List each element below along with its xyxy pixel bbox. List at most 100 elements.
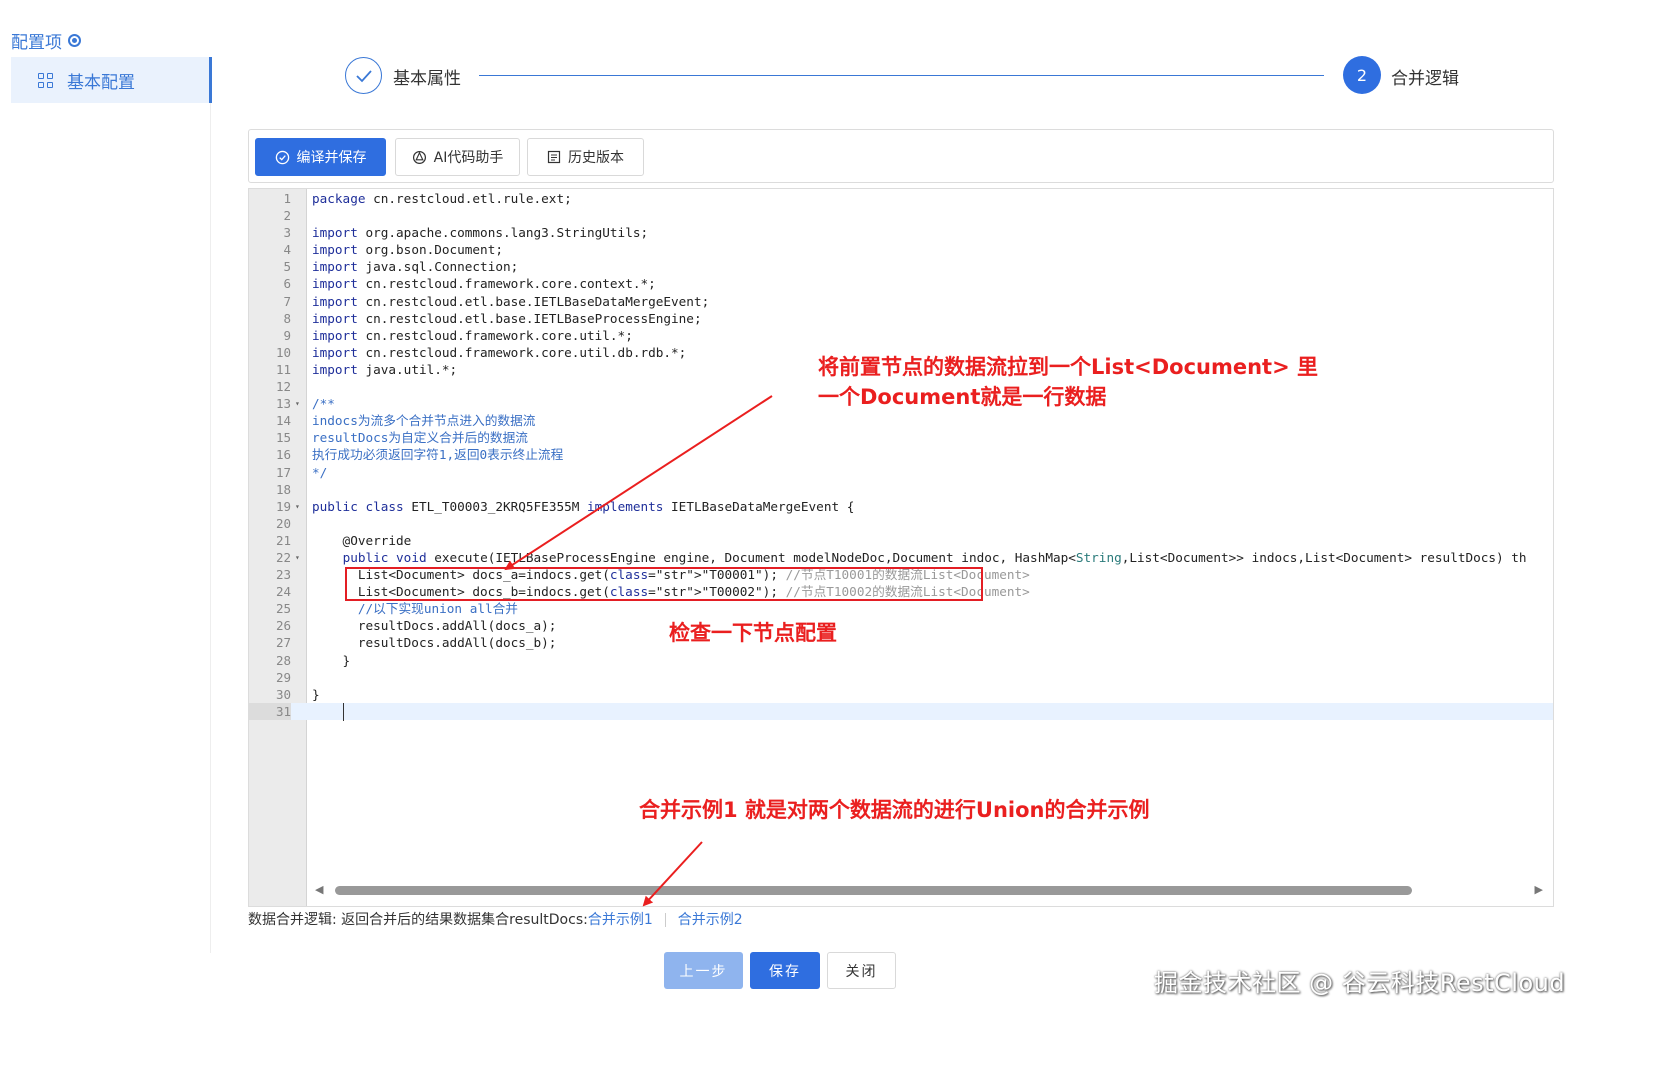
step-basic-attributes: 基本属性 <box>393 69 461 89</box>
line-number: 26 <box>275 618 291 634</box>
code-text: import cn.restcloud.etl.base.IETLBaseDat… <box>312 293 710 309</box>
close-button[interactable]: 关闭 <box>827 952 896 989</box>
code-line[interactable]: 26 resultDocs.addAll(docs_a); <box>249 617 1553 634</box>
line-number: 1 <box>283 191 291 206</box>
document-icon <box>547 150 561 164</box>
code-text: //以下实现union all合并 <box>357 601 518 617</box>
line-number: 22 <box>275 549 291 565</box>
save-button[interactable]: 保存 <box>750 952 820 989</box>
scrollbar-thumb[interactable] <box>335 886 1412 895</box>
line-number: 14 <box>275 413 291 429</box>
code-text: 执行成功必须返回字符1,返回0表示终止流程 <box>312 447 564 463</box>
code-line[interactable]: 4 import org.bson.Document; <box>249 241 1553 258</box>
line-number: 21 <box>275 532 291 548</box>
code-text: import org.apache.commons.lang3.StringUt… <box>312 225 649 241</box>
check-icon <box>345 57 382 94</box>
line-number: 18 <box>275 481 291 497</box>
line-number: 15 <box>275 430 291 446</box>
line-number: 19 <box>275 498 291 514</box>
line-number: 4 <box>283 242 291 258</box>
code-line[interactable]: 28 } <box>249 652 1553 669</box>
ai-logo-icon <box>412 150 426 164</box>
line-number: 17 <box>275 464 291 480</box>
code-text: import cn.restcloud.framework.core.util.… <box>312 327 633 343</box>
code-text: resultDocs.addAll(docs_a); <box>312 618 557 634</box>
code-line[interactable]: 20 <box>249 515 1553 532</box>
annotation-line-2: 一个Document就是一行数据 <box>818 385 1107 409</box>
line-number: 30 <box>275 686 291 702</box>
step-number-badge: 2 <box>1343 56 1381 94</box>
code-text: public class ETL_T00003_2KRQ5FE355M impl… <box>312 498 855 514</box>
line-number: 2 <box>283 208 291 224</box>
code-line[interactable]: 17 */ <box>249 464 1553 481</box>
code-line[interactable]: 25 //以下实现union all合并 <box>249 600 1553 617</box>
sidebar-title: 配置项 <box>11 28 81 53</box>
history-version-button[interactable]: 历史版本 <box>527 138 644 176</box>
line-number: 5 <box>283 259 291 275</box>
code-line[interactable]: 14 indocs为流多个合并节点进入的数据流 <box>249 412 1553 429</box>
code-lines: 1 package cn.restcloud.etl.rule.ext; 2 3 imp… <box>249 190 1553 720</box>
line-number: 16 <box>275 447 291 463</box>
scroll-left-icon[interactable]: ◀ <box>315 883 323 896</box>
line-number: 8 <box>283 310 291 326</box>
merge-example-2-link[interactable]: 合并示例2 <box>678 912 743 928</box>
line-number: 12 <box>275 379 291 395</box>
merge-logic-hint: 数据合并逻辑: 返回合并后的结果数据集合resultDocs:合并示例1 合并示例… <box>248 909 743 929</box>
code-line[interactable]: 19 ▾ public class ETL_T00003_2KRQ5FE355M i… <box>249 498 1553 515</box>
line-number: 29 <box>275 669 291 685</box>
code-line[interactable]: 22 ▾ public void execute(IETLBaseProcessE… <box>249 549 1553 566</box>
history-version-label: 历史版本 <box>568 150 624 166</box>
code-line[interactable]: 18 <box>249 481 1553 498</box>
line-number: 11 <box>275 361 291 377</box>
ai-assistant-button[interactable]: AI代码助手 <box>395 138 520 176</box>
compile-save-button[interactable]: 编译并保存 <box>255 138 386 176</box>
sidebar-item-basic-config[interactable]: 基本配置 <box>11 57 212 103</box>
step-merge-logic: 合并逻辑 <box>1391 69 1459 89</box>
annotation-check-node-config: 检查一下节点配置 <box>669 621 837 645</box>
code-line[interactable]: 15 resultDocs为自定义合并后的数据流 <box>249 429 1553 446</box>
code-line[interactable]: 8 import cn.restcloud.etl.base.IETLBasePr… <box>249 310 1553 327</box>
code-line[interactable]: 27 resultDocs.addAll(docs_b); <box>249 634 1553 651</box>
line-number: 9 <box>283 327 291 343</box>
code-line[interactable]: 9 import cn.restcloud.framework.core.util… <box>249 327 1553 344</box>
fold-toggle-icon[interactable]: ▾ <box>295 549 300 566</box>
ai-assistant-label: AI代码助手 <box>433 150 504 166</box>
code-text: public void execute(IETLBaseProcessEngin… <box>342 549 1527 565</box>
compile-save-label: 编译并保存 <box>296 150 367 166</box>
code-text: import cn.restcloud.etl.base.IETLBasePro… <box>312 310 702 326</box>
code-text: import org.bson.Document; <box>312 242 503 258</box>
hint-text: 数据合并逻辑: 返回合并后的结果数据集合resultDocs: <box>248 912 588 928</box>
code-line[interactable]: 31 <box>249 702 1553 720</box>
code-line[interactable]: 21 @Override <box>249 532 1553 549</box>
target-icon <box>68 34 81 47</box>
code-text: import java.sql.Connection; <box>312 259 519 275</box>
text-cursor <box>343 703 344 721</box>
line-number: 7 <box>283 293 291 309</box>
code-text: package cn.restcloud.etl.rule.ext; <box>312 191 572 206</box>
code-line[interactable]: 1 package cn.restcloud.etl.rule.ext; <box>249 190 1553 207</box>
code-line[interactable]: 6 import cn.restcloud.framework.core.cont… <box>249 275 1553 292</box>
code-line[interactable]: 5 import java.sql.Connection; <box>249 258 1553 275</box>
scroll-right-icon[interactable]: ▶ <box>1535 883 1543 896</box>
previous-step-button[interactable]: 上一步 <box>664 952 743 989</box>
step-connector <box>479 75 1324 76</box>
code-line[interactable]: 3 import org.apache.commons.lang3.StringU… <box>249 224 1553 241</box>
merge-example-1-link[interactable]: 合并示例1 <box>588 912 653 928</box>
code-text: import java.util.*; <box>312 361 458 377</box>
line-number: 6 <box>283 276 291 292</box>
line-number: 20 <box>275 515 291 531</box>
line-number: 31 <box>249 702 291 720</box>
code-text: resultDocs为自定义合并后的数据流 <box>312 430 528 446</box>
fold-toggle-icon[interactable]: ▾ <box>295 395 300 412</box>
code-line[interactable]: 29 <box>249 669 1553 686</box>
line-number: 13 <box>275 396 291 412</box>
fold-toggle-icon[interactable]: ▾ <box>295 498 300 515</box>
line-number: 3 <box>283 225 291 241</box>
code-line[interactable]: 7 import cn.restcloud.etl.base.IETLBaseDa… <box>249 293 1553 310</box>
code-text: @Override <box>312 532 412 548</box>
code-text: indocs为流多个合并节点进入的数据流 <box>312 413 536 429</box>
code-line[interactable]: 30} <box>249 686 1553 703</box>
code-line[interactable]: 2 <box>249 207 1553 224</box>
horizontal-scrollbar[interactable]: ◀ ▶ <box>307 879 1553 901</box>
code-line[interactable]: 16 执行成功必须返回字符1,返回0表示终止流程 <box>249 446 1553 463</box>
